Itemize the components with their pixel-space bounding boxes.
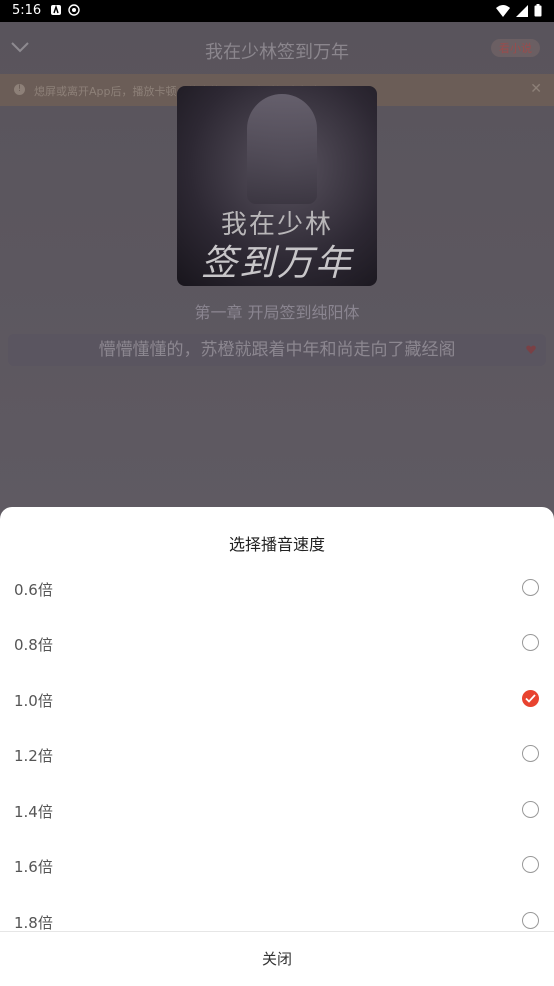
- speed-options-list[interactable]: 0.6倍 0.8倍 1.0倍 1.2倍 1.4倍 1.6倍 1.8倍: [0, 561, 554, 931]
- close-icon[interactable]: ✕: [530, 81, 542, 97]
- page-title: 我在少林签到万年: [205, 42, 349, 63]
- radio-unchecked-icon[interactable]: [522, 745, 539, 762]
- wifi-icon: [496, 4, 510, 17]
- speed-option-label: 1.6倍: [14, 858, 53, 876]
- speed-option-0-6[interactable]: 0.6倍: [0, 561, 554, 616]
- radio-unchecked-icon[interactable]: [522, 912, 539, 929]
- current-line-text: 懵懵懂懂的，苏橙就跟着中年和尚走向了藏经阁: [98, 340, 456, 360]
- status-left-icons: [50, 4, 80, 16]
- cover-title-line2: 签到万年: [200, 243, 353, 284]
- speed-option-1-0[interactable]: 1.0倍: [0, 672, 554, 727]
- speed-option-label: 1.2倍: [14, 747, 53, 765]
- info-icon: !: [14, 84, 25, 95]
- radio-unchecked-icon[interactable]: [522, 579, 539, 596]
- current-reading-line: 懵懵懂懂的，苏橙就跟着中年和尚走向了藏经阁: [8, 334, 546, 366]
- speed-option-label: 1.4倍: [14, 803, 53, 821]
- speed-option-1-2[interactable]: 1.2倍: [0, 727, 554, 782]
- speed-option-1-6[interactable]: 1.6倍: [0, 838, 554, 893]
- app-notification-icon: [51, 4, 61, 15]
- status-bar: 5:16: [0, 0, 554, 22]
- battery-icon: [534, 4, 542, 17]
- speed-option-label: 1.0倍: [14, 692, 53, 710]
- radio-unchecked-icon[interactable]: [522, 856, 539, 873]
- header: 我在少林签到万年 看小说: [0, 22, 554, 74]
- radio-unchecked-icon[interactable]: [522, 634, 539, 651]
- cover-illustration: [247, 94, 317, 204]
- chapter-title: 第一章 开局签到纯阳体: [194, 303, 360, 322]
- podcast-notification-icon: [68, 4, 80, 16]
- status-right-icons: [496, 4, 542, 17]
- speed-option-1-4[interactable]: 1.4倍: [0, 783, 554, 838]
- close-button[interactable]: 关闭: [0, 932, 554, 986]
- read-novel-button[interactable]: 看小说: [491, 39, 540, 57]
- radio-checked-icon[interactable]: [522, 690, 539, 707]
- speed-option-label: 0.8倍: [14, 636, 53, 654]
- speed-option-label: 1.8倍: [14, 914, 53, 931]
- book-cover: 我在少林 签到万年: [177, 86, 377, 286]
- heart-icon[interactable]: [526, 345, 536, 354]
- sheet-title: 选择播音速度: [228, 535, 325, 554]
- radio-unchecked-icon[interactable]: [522, 801, 539, 818]
- speed-option-1-8[interactable]: 1.8倍: [0, 894, 554, 931]
- speed-option-0-8[interactable]: 0.8倍: [0, 616, 554, 671]
- signal-icon: [516, 4, 528, 17]
- speed-option-label: 0.6倍: [14, 581, 53, 599]
- status-time: 5:16: [12, 3, 42, 18]
- speed-bottom-sheet: 选择播音速度 0.6倍 0.8倍 1.0倍 1.2倍 1.4倍 1.6倍 1.8…: [0, 507, 554, 986]
